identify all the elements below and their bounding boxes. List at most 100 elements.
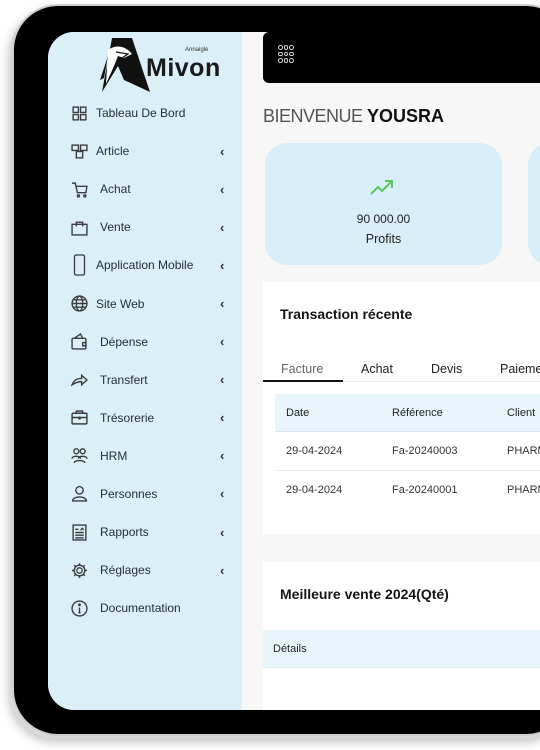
sidebar-item-rapports[interactable]: Rapports ‹ <box>48 513 242 551</box>
chevron-left-icon[interactable]: ‹ <box>220 334 224 349</box>
sidebar-item-label: Personnes <box>100 486 158 501</box>
sidebar-item-label: HRM <box>100 448 128 463</box>
sidebar-item-vente[interactable]: Vente ‹ <box>48 208 242 246</box>
tab-paiement[interactable]: Paiement <box>500 362 540 376</box>
sidebar-item-hrm[interactable]: HRM ‹ <box>48 437 242 475</box>
apps-grid-dot <box>278 58 283 63</box>
screen: Annaigle Mivon Tableau De Bord Article ‹… <box>48 32 540 710</box>
chevron-left-icon[interactable]: ‹ <box>220 372 224 387</box>
sidebar-item-transfert[interactable]: Transfert ‹ <box>48 361 242 399</box>
eagle-logo-icon <box>100 38 150 92</box>
best-sales-panel: Meilleure vente 2024(Qté) Détails <box>263 562 540 710</box>
sidebar-item-label: Réglages <box>100 563 151 578</box>
report-icon <box>70 523 88 541</box>
chevron-left-icon[interactable]: ‹ <box>220 220 224 235</box>
tablet-frame: Annaigle Mivon Tableau De Bord Article ‹… <box>12 4 540 736</box>
cell-client: PHARMAC <box>507 445 540 457</box>
brand-tagline: Annaigle <box>185 47 209 53</box>
sidebar-item-label: Application Mobile <box>96 258 194 273</box>
logo[interactable]: Annaigle Mivon <box>86 36 220 98</box>
shopping-bag-icon <box>70 218 88 236</box>
chevron-left-icon[interactable]: ‹ <box>220 563 224 578</box>
tab-facture[interactable]: Facture <box>281 362 323 376</box>
sidebar-item-tresorerie[interactable]: Trésorerie ‹ <box>48 399 242 437</box>
chevron-left-icon[interactable]: ‹ <box>220 144 224 159</box>
person-icon <box>70 485 88 503</box>
sidebar-item-article[interactable]: Article ‹ <box>48 132 242 170</box>
apps-grid-dot <box>283 51 288 56</box>
apps-grid-dot <box>289 45 294 50</box>
cell-date: 29-04-2024 <box>286 445 343 457</box>
apps-grid-dot <box>283 58 288 63</box>
sidebar-item-depense[interactable]: Dépense ‹ <box>48 323 242 361</box>
table-header: Détails <box>263 630 540 668</box>
stat-value: 90 000.00 <box>356 212 411 226</box>
sidebar-item-tableau-de-bord[interactable]: Tableau De Bord <box>48 94 242 132</box>
welcome-text: BIENVENUE <box>263 106 368 126</box>
apps-grid-icon <box>278 45 283 50</box>
sidebar-item-reglages[interactable]: Réglages ‹ <box>48 551 242 589</box>
stat-card-profits: 90 000.00 Profits <box>265 143 502 265</box>
recent-transactions-panel: Transaction récente Facture Achat Devis … <box>263 282 540 534</box>
share-arrow-icon <box>70 371 88 389</box>
brand-name: Mivon <box>146 54 221 82</box>
apps-grid-button[interactable] <box>278 45 294 67</box>
sidebar-nav: Tableau De Bord Article ‹ Achat ‹ Vente … <box>48 94 242 627</box>
panel-title: Transaction récente <box>280 306 413 322</box>
wallet-icon <box>70 333 88 351</box>
top-bar <box>263 32 540 83</box>
apps-grid-dot <box>289 58 294 63</box>
sidebar-item-label: Transfert <box>100 372 148 387</box>
stat-card-partial <box>528 143 540 265</box>
sidebar-item-label: Documentation <box>100 601 181 616</box>
cell-reference: Fa-20240003 <box>392 445 458 457</box>
apps-grid-dot <box>283 45 288 50</box>
sidebar-item-label: Tableau De Bord <box>96 106 186 121</box>
briefcase-icon <box>70 409 88 427</box>
sidebar-item-label: Achat <box>100 182 131 197</box>
column-header-reference: Référence <box>392 407 443 419</box>
sidebar-item-documentation[interactable]: Documentation <box>48 589 242 627</box>
transaction-tabs: Facture Achat Devis Paiement <box>263 360 540 382</box>
sidebar-item-label: Rapports <box>100 525 149 540</box>
sidebar-item-label: Article <box>96 144 130 159</box>
sidebar-item-label: Trésorerie <box>100 410 155 425</box>
cart-icon <box>70 180 88 198</box>
gear-icon <box>70 561 88 579</box>
panel-title: Meilleure vente 2024(Qté) <box>280 586 449 602</box>
chevron-left-icon[interactable]: ‹ <box>220 410 224 425</box>
column-header-date: Date <box>286 407 310 419</box>
sidebar-item-label: Vente <box>100 220 131 235</box>
sidebar-item-site-web[interactable]: Site Web ‹ <box>48 284 242 322</box>
sidebar: Annaigle Mivon Tableau De Bord Article ‹… <box>48 32 242 710</box>
apps-grid-dot <box>278 51 283 56</box>
sidebar-item-achat[interactable]: Achat ‹ <box>48 170 242 208</box>
info-icon <box>70 599 88 617</box>
welcome-heading: BIENVENUE YOUSRA <box>263 106 444 127</box>
tab-achat[interactable]: Achat <box>361 362 393 376</box>
chevron-left-icon[interactable]: ‹ <box>220 258 224 273</box>
sidebar-item-personnes[interactable]: Personnes ‹ <box>48 475 242 513</box>
cell-reference: Fa-20240001 <box>392 484 458 496</box>
column-header-details: Détails <box>273 643 307 655</box>
chevron-left-icon[interactable]: ‹ <box>220 486 224 501</box>
tab-devis[interactable]: Devis <box>431 362 462 376</box>
globe-icon <box>70 295 88 313</box>
boxes-icon <box>70 142 88 160</box>
sidebar-item-label: Dépense <box>100 334 149 349</box>
chevron-left-icon[interactable]: ‹ <box>220 448 224 463</box>
stat-label: Profits <box>365 232 402 246</box>
sidebar-item-label: Site Web <box>96 296 145 311</box>
trend-up-icon <box>370 180 393 195</box>
mobile-icon <box>70 254 88 277</box>
cell-client: PHARMAC <box>507 484 540 496</box>
sidebar-item-application-mobile[interactable]: Application Mobile ‹ <box>48 246 242 284</box>
chevron-left-icon[interactable]: ‹ <box>220 525 224 540</box>
active-tab-indicator <box>263 380 343 382</box>
table-row[interactable]: 29-04-2024 Fa-20240001 PHARMAC <box>275 471 540 510</box>
apps-grid-dot <box>289 51 294 56</box>
chevron-left-icon[interactable]: ‹ <box>220 182 224 197</box>
dashboard-icon <box>70 104 88 122</box>
table-row[interactable]: 29-04-2024 Fa-20240003 PHARMAC <box>275 432 540 471</box>
chevron-left-icon[interactable]: ‹ <box>220 296 224 311</box>
